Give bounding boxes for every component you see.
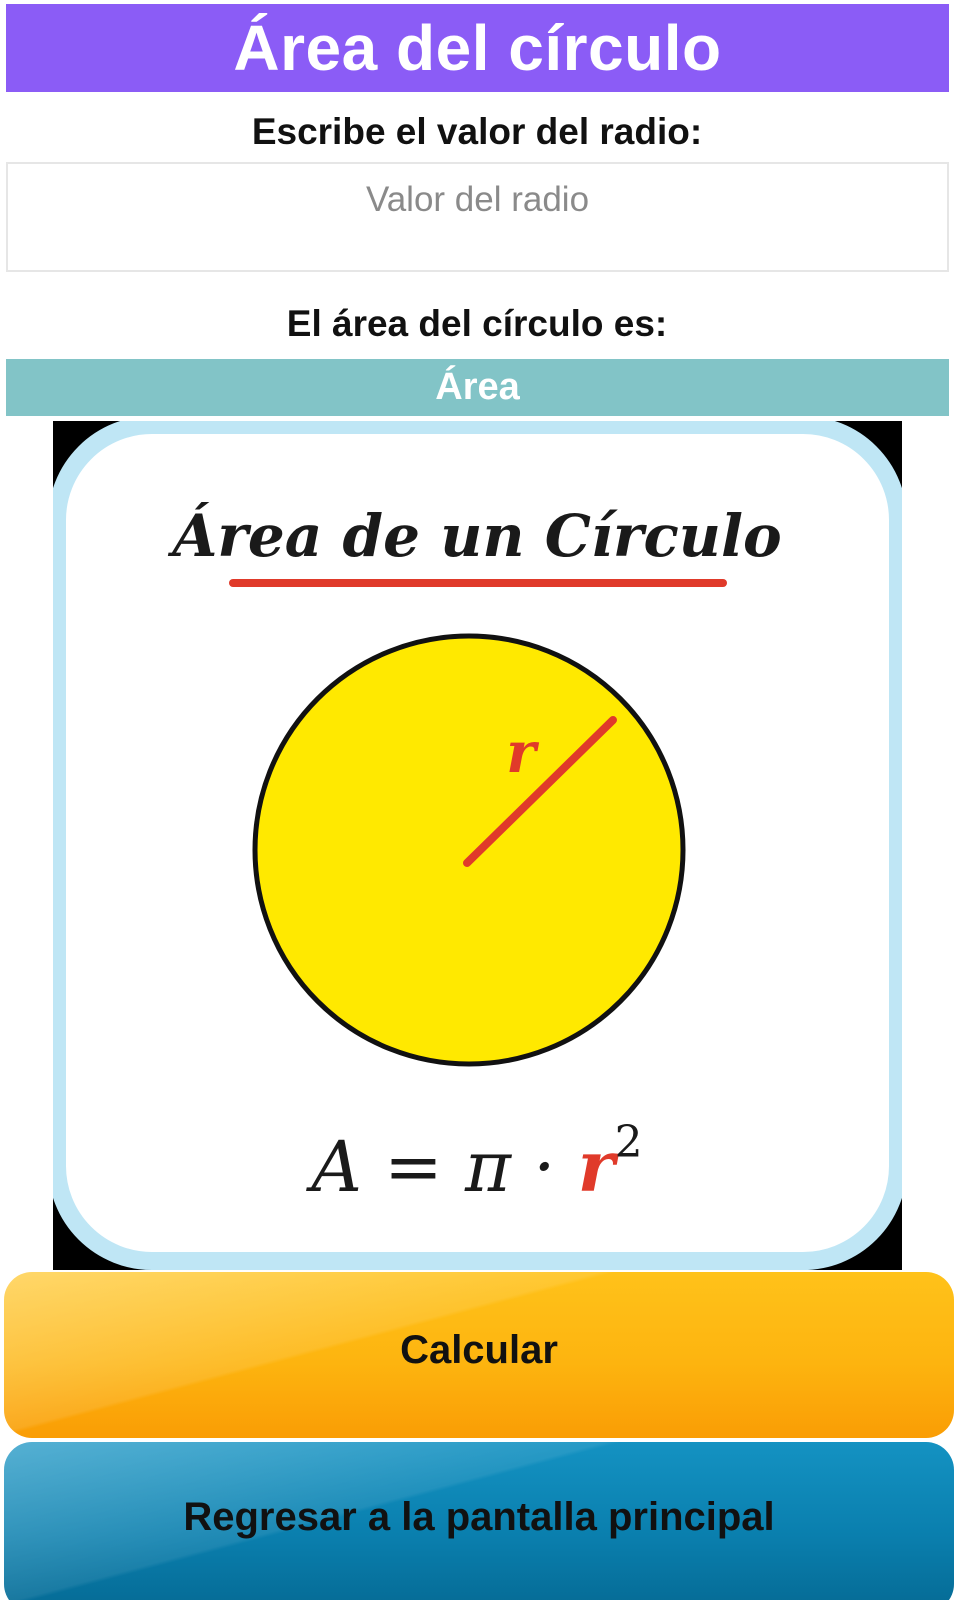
circle-area-illustration: Área de un Círculo r A = π · r2: [53, 421, 902, 1270]
illustration-heading: Área de un Círculo: [167, 502, 781, 570]
back-button-label: Regresar a la pantalla principal: [183, 1494, 775, 1539]
page-title: Área del círculo: [6, 4, 949, 92]
result-label: El área del círculo es:: [286, 303, 668, 344]
formula-exponent: 2: [615, 1117, 643, 1168]
calculate-button-label: Calcular: [400, 1327, 558, 1372]
area-formula: A = π · r2: [305, 1117, 642, 1208]
formula-left-side: A = π ·: [305, 1126, 577, 1208]
back-to-main-button[interactable]: Regresar a la pantalla principal: [4, 1442, 954, 1600]
circle-shape: [252, 633, 686, 1067]
area-output: Área: [6, 359, 949, 416]
formula-radius: r: [578, 1125, 620, 1208]
radius-symbol: r: [506, 720, 539, 786]
radius-input[interactable]: [6, 162, 949, 272]
radius-prompt-label: Escribe el valor del radio:: [251, 111, 703, 152]
calculate-button[interactable]: Calcular: [4, 1272, 954, 1438]
app-screen: Área del círculo Escribe el valor del ra…: [0, 0, 954, 1600]
